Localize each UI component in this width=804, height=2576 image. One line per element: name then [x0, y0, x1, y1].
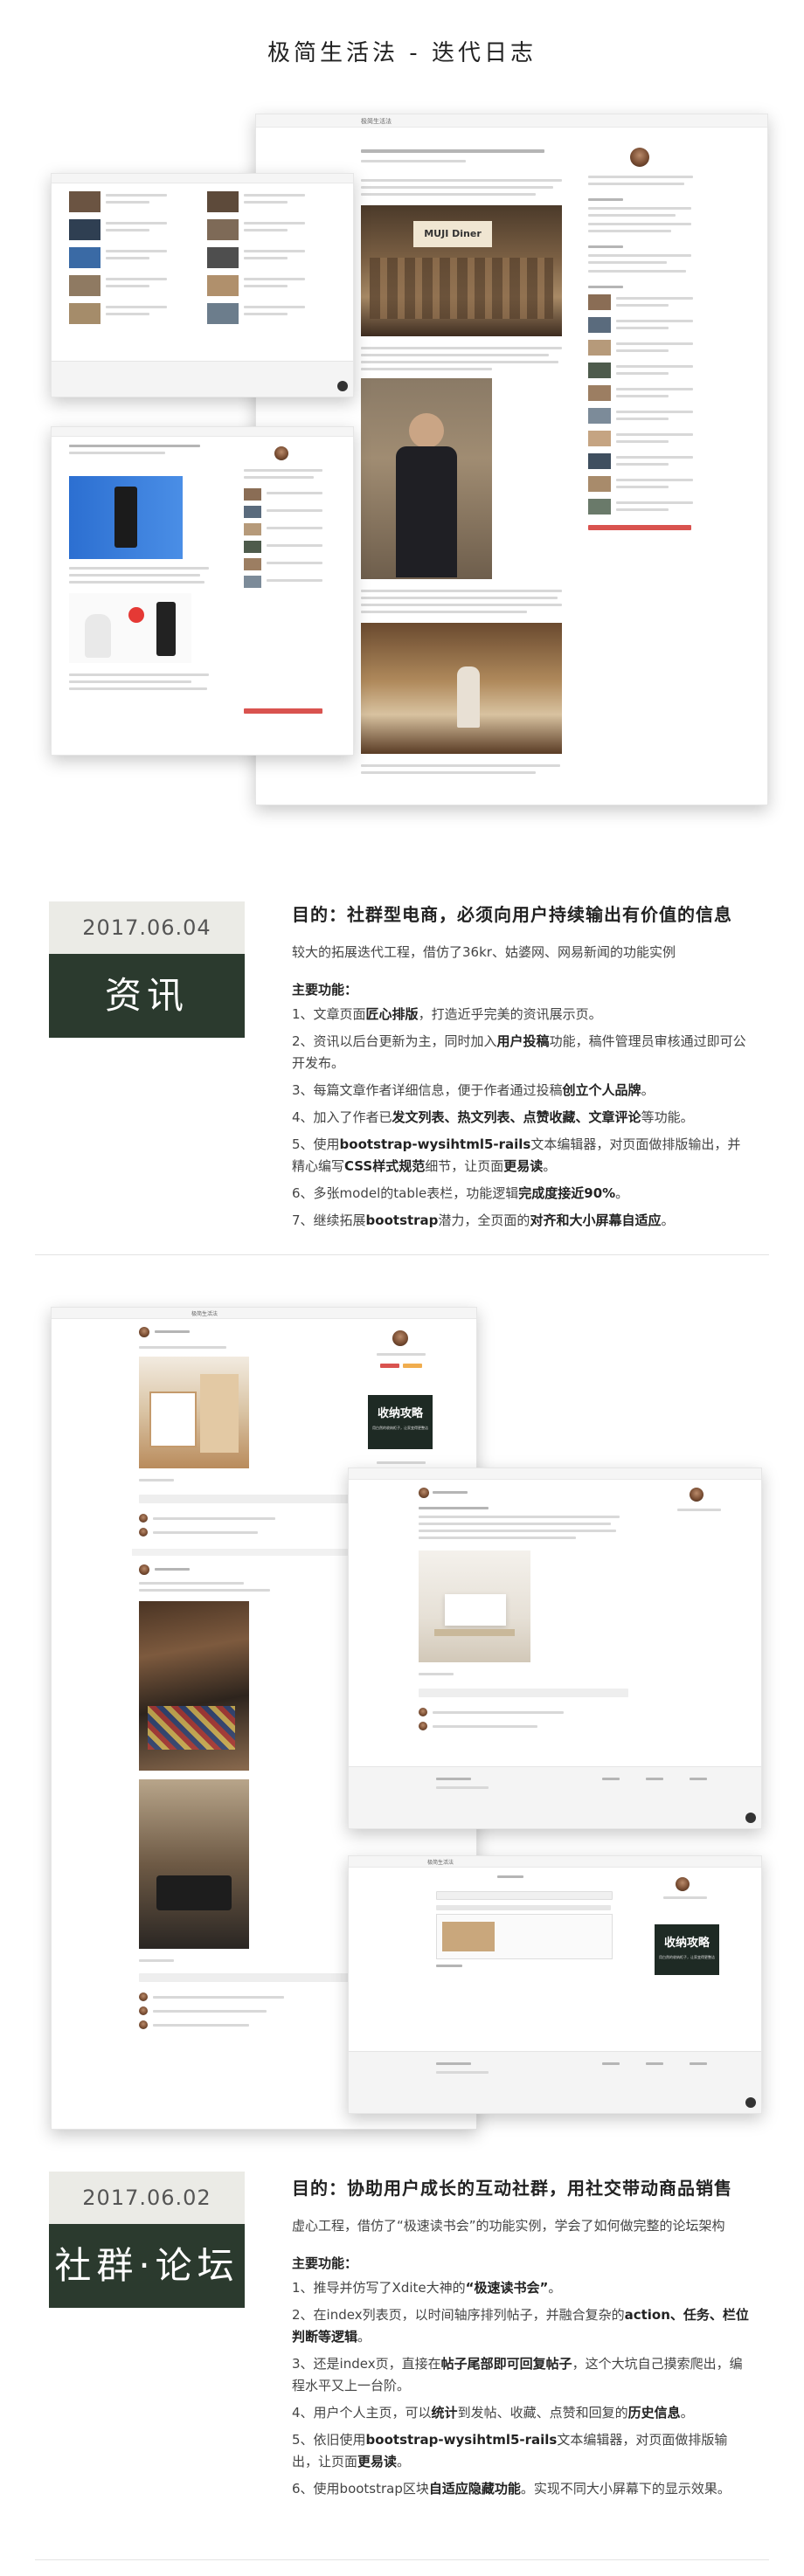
section1-features: 1、文章页面匠心排版，打造近乎完美的资讯展示页。 2、资讯以后台更新为主，同时加…: [292, 1004, 753, 1232]
section2-intro: 虚心工程，借仿了“极速读书会”的功能实例，学会了如何做完整的论坛架构: [292, 2218, 725, 2234]
submit-article-button[interactable]: [588, 525, 691, 530]
portrait-image: [361, 378, 492, 579]
section1-goal: 目的：社群型电商，必须向用户持续输出有价值的信息: [292, 904, 732, 925]
forum-post-image: [139, 1357, 249, 1468]
shop-interior-image: [361, 623, 562, 754]
feature-item: 5、使用bootstrap-wysihtml5-rails文本编辑器，对页面做排…: [292, 1136, 741, 1174]
section2-date-box: 2017.06.02 社群·论坛: [49, 2172, 245, 2308]
feature-item: 6、多张model的table表栏，功能逻辑完成度接近90%。: [292, 1185, 629, 1201]
white-room-image: [419, 1550, 530, 1662]
section-divider: [35, 2559, 769, 2560]
section1-tag: 资讯: [49, 954, 245, 1038]
feature-item: 3、还是index页，直接在帖子尾部即可回复帖子，这个大坑自己摸索爬出，编程水平…: [292, 2356, 743, 2393]
feature-item: 1、推导并仿写了Xdite大神的“极速读书会”。: [292, 2280, 562, 2296]
tech-product-image: [69, 476, 183, 559]
post-detail-screenshot: [348, 1468, 762, 1829]
product-article-screenshot: [51, 426, 354, 756]
author-avatar: [630, 148, 649, 167]
muji-store-image: MUJI Diner: [361, 205, 562, 336]
feature-item: 6、使用bootstrap区块自适应隐藏功能。实现不同大小屏幕下的显示效果。: [292, 2481, 731, 2497]
section-divider: [35, 1254, 769, 1255]
page-title: 极简生活法 - 迭代日志: [267, 40, 537, 66]
smart-speakers-image: [69, 593, 191, 663]
nav-logo: 极简生活法: [361, 118, 392, 125]
section1-description: 目的：社群型电商，必须向用户持续输出有价值的信息 较大的拓展迭代工程，借仿了36…: [292, 901, 753, 1232]
feature-item: 3、每篇文章作者详细信息，便于作者通过投稿创立个人品牌。: [292, 1082, 655, 1098]
section2-date: 2017.06.02: [49, 2172, 245, 2224]
feature-item: 4、用户个人主页，可以统计到发帖、收藏、点赞和回复的历史信息。: [292, 2405, 694, 2421]
feature-item: 1、文章页面匠心排版，打造近乎完美的资讯展示页。: [292, 1006, 602, 1022]
section1-intro: 较大的拓展迭代工程，借仿了36kr、姑婆网、网易新闻的功能实例: [292, 944, 676, 960]
feature-item: 5、依旧使用bootstrap-wysihtml5-rails文本编辑器，对页面…: [292, 2432, 728, 2469]
loft-room-image-2: [139, 1779, 249, 1949]
feature-item: 2、在index列表页，以时间轴序排列帖子，并融合复杂的action、任务、栏位…: [292, 2307, 749, 2345]
section2-description: 目的：协助用户成长的互动社群，用社交带动商品销售 虚心工程，借仿了“极速读书会”…: [292, 2175, 753, 2500]
section2-features-title: 主要功能：: [292, 2255, 358, 2271]
feature-item: 4、加入了作者已发文列表、热文列表、点赞收藏、文章评论等功能。: [292, 1109, 694, 1125]
storage-sticker-2: 收纳攻略 用白然的收纳柜子，让家变得更整洁: [655, 1924, 719, 1975]
feature-item: 2、资讯以后台更新为主，同时加入用户投稿功能，稿件管理员审核通过即可公开发布。: [292, 1033, 746, 1071]
chat-fab-icon[interactable]: [337, 381, 348, 391]
section2-features: 1、推导并仿写了Xdite大神的“极速读书会”。 2、在index列表页，以时间…: [292, 2277, 753, 2500]
feature-item: 7、继续拓展bootstrap潜力，全页面的对齐和大小屏幕自适应。: [292, 1212, 675, 1228]
storage-sticker: 收纳攻略 用白然的收纳柜子，让家变得更整洁: [368, 1395, 433, 1449]
editor-screenshot: 极简生活法 收纳攻略 用白然的收纳柜子，让家变得更整洁: [348, 1855, 762, 2114]
news-list-screenshot: [51, 173, 354, 397]
section1-date: 2017.06.04: [49, 901, 245, 954]
loft-room-image-1: [139, 1601, 249, 1771]
section1-features-title: 主要功能：: [292, 982, 358, 998]
section1-date-box: 2017.06.04 资讯: [49, 901, 245, 1038]
section2-tag: 社群·论坛: [49, 2224, 245, 2308]
section2-goal: 目的：协助用户成长的互动社群，用社交带动商品销售: [292, 2178, 732, 2199]
